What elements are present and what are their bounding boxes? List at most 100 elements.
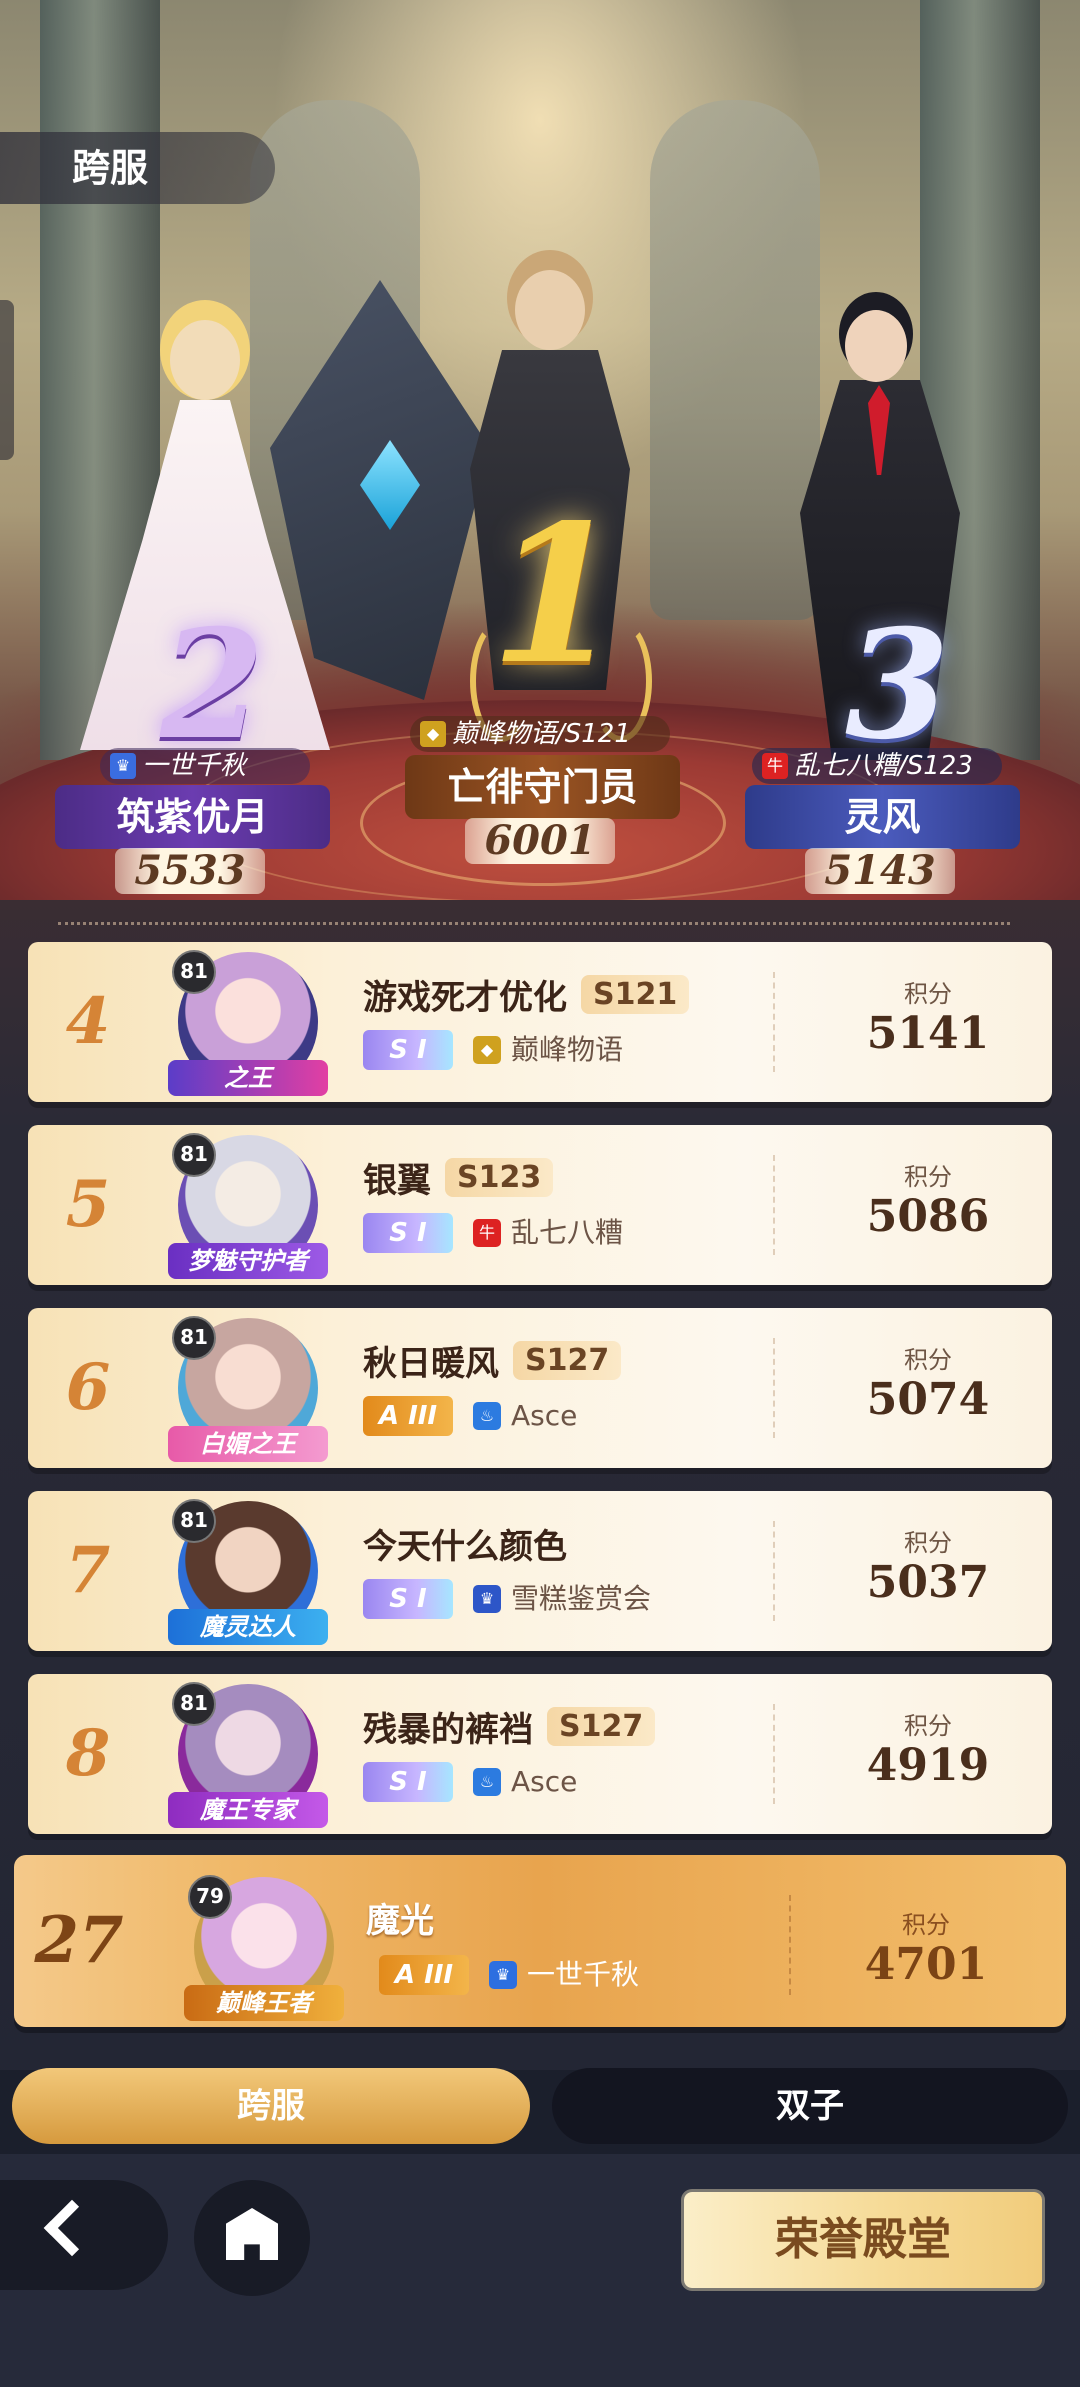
podium-2-score: 5533 xyxy=(115,848,265,894)
level-badge: 81 xyxy=(172,950,216,994)
podium-1-player-name[interactable]: 亡徘守门员 xyxy=(405,755,680,819)
podium-rank-3-number: 3 xyxy=(845,597,950,773)
avatar[interactable]: 81 魔灵达人 xyxy=(168,1499,328,1645)
ranking-row[interactable]: 5 81 梦魅守护者 银翼 S123 S I 牛 乱七八糟 积分 5086 xyxy=(28,1125,1052,1285)
character-head xyxy=(515,270,585,350)
row-rank: 4 xyxy=(65,984,111,1059)
level-badge: 81 xyxy=(172,1499,216,1543)
character-head xyxy=(170,320,240,400)
mode-label: 跨服 xyxy=(0,132,275,204)
level-badge: 81 xyxy=(172,1316,216,1360)
divider xyxy=(58,922,1010,925)
guild-line: ♛ 一世千秋 xyxy=(489,1955,639,1995)
ranking-row[interactable]: 6 81 白媚之王 秋日暖风 S127 A III ♨ Asce 积分 5074 xyxy=(28,1308,1052,1468)
tab-gemini[interactable]: 双子 xyxy=(552,2068,1068,2144)
side-drawer-handle[interactable] xyxy=(0,300,14,460)
score-value: 5037 xyxy=(866,1557,990,1608)
ranking-row[interactable]: 7 81 魔灵达人 今天什么颜色 S I ♛ 雪糕鉴赏会 积分 5037 xyxy=(28,1491,1052,1651)
home-button[interactable] xyxy=(194,2180,310,2296)
avatar[interactable]: 81 梦魅守护者 xyxy=(168,1133,328,1279)
guild-name: 一世千秋 xyxy=(527,1958,640,1991)
player-name: 秋日暖风 xyxy=(363,1344,499,1384)
score-label: 积分 xyxy=(902,1911,950,1939)
my-ranking-row[interactable]: 27 79 巅峰王者 魔光 A III ♛ 一世千秋 积分 4701 xyxy=(14,1855,1066,2027)
guild-name: Asce xyxy=(511,1765,578,1798)
home-icon xyxy=(226,2208,278,2260)
separator xyxy=(773,1521,775,1621)
server-badge: S123 xyxy=(445,1158,554,1197)
podium-2-guild-name: 一世千秋 xyxy=(142,751,247,781)
title-badge: 梦魅守护者 xyxy=(168,1243,328,1279)
podium-1-guild: ◆ 巅峰物语/S121 xyxy=(410,716,670,752)
podium-3-player-name[interactable]: 灵风 xyxy=(745,785,1020,849)
back-arrow-icon xyxy=(43,2199,101,2257)
player-name-line: 今天什么颜色 xyxy=(363,1519,567,1568)
server-badge: S127 xyxy=(513,1341,622,1380)
guild-name: 雪糕鉴赏会 xyxy=(511,1582,652,1615)
ranking-row[interactable]: 8 81 魔王专家 残暴的裤裆 S127 S I ♨ Asce 积分 4919 xyxy=(28,1674,1052,1834)
ranking-row[interactable]: 4 81 之王 游戏死才优化 S121 S I ◆ 巅峰物语 积分 5141 xyxy=(28,942,1052,1102)
score-value: 4919 xyxy=(866,1740,990,1791)
title-badge: 之王 xyxy=(168,1060,328,1096)
score-value: 4701 xyxy=(864,1939,988,1990)
server-badge: S127 xyxy=(547,1707,656,1746)
guild-line: ♛ 雪糕鉴赏会 xyxy=(473,1579,651,1619)
flame-icon: ♨ xyxy=(473,1402,501,1430)
row-rank: 6 xyxy=(65,1350,111,1425)
player-name: 残暴的裤裆 xyxy=(363,1710,533,1750)
avatar[interactable]: 81 之王 xyxy=(168,950,328,1096)
tab-bar: 跨服 双子 xyxy=(0,2064,1080,2154)
tier-badge: S I xyxy=(363,1579,453,1619)
separator xyxy=(773,972,775,1072)
back-button[interactable] xyxy=(0,2180,168,2290)
crown-icon: ♛ xyxy=(473,1585,501,1613)
level-badge: 81 xyxy=(172,1682,216,1726)
separator xyxy=(773,1338,775,1438)
tab-cross-server[interactable]: 跨服 xyxy=(12,2068,530,2144)
crown-icon: ♛ xyxy=(489,1961,517,1989)
player-name-line: 银翼 S123 xyxy=(363,1153,554,1202)
separator xyxy=(789,1895,791,1995)
my-player-name: 魔光 xyxy=(366,1901,434,1941)
level-badge: 79 xyxy=(188,1875,232,1919)
score-value: 5141 xyxy=(866,1008,990,1059)
player-name-line: 残暴的裤裆 S127 xyxy=(363,1702,656,1751)
cow-icon: 牛 xyxy=(473,1219,501,1247)
title-badge: 魔王专家 xyxy=(168,1792,328,1828)
score-value: 5086 xyxy=(866,1191,990,1242)
player-name-line: 魔光 xyxy=(366,1893,434,1942)
score-label: 积分 xyxy=(904,1163,952,1191)
row-rank: 8 xyxy=(65,1716,111,1791)
score-value: 5074 xyxy=(866,1374,990,1425)
player-name-line: 游戏死才优化 S121 xyxy=(363,970,690,1019)
tier-badge: A III xyxy=(363,1396,453,1436)
separator xyxy=(773,1155,775,1255)
my-avatar[interactable]: 79 巅峰王者 xyxy=(184,1875,344,2021)
tier-badge: A III xyxy=(379,1955,469,1995)
my-rank: 27 xyxy=(34,1903,124,1978)
title-badge: 白媚之王 xyxy=(168,1426,328,1462)
podium-rank-2-number: 2 xyxy=(160,597,265,773)
row-rank: 7 xyxy=(65,1533,111,1608)
podium-3-guild-name: 乱七八糟/S123 xyxy=(794,751,973,781)
score-label: 积分 xyxy=(904,1346,952,1374)
podium-2-player-name[interactable]: 筑紫优月 xyxy=(55,785,330,849)
character-head xyxy=(845,310,907,382)
player-name-line: 秋日暖风 S127 xyxy=(363,1336,622,1385)
avatar[interactable]: 81 白媚之王 xyxy=(168,1316,328,1462)
crown-icon: ♛ xyxy=(110,753,136,779)
guild-name: Asce xyxy=(511,1399,578,1432)
tier-badge: S I xyxy=(363,1213,453,1253)
level-badge: 81 xyxy=(172,1133,216,1177)
podium-1-score: 6001 xyxy=(465,818,615,864)
podium-scene: 1 2 3 跨服 ♛ 一世千秋 筑紫优月 5533 ◆ 巅峰物语/S121 亡徘… xyxy=(0,0,1080,930)
tier-badge: S I xyxy=(363,1762,453,1802)
tier-badge: S I xyxy=(363,1030,453,1070)
avatar[interactable]: 81 魔王专家 xyxy=(168,1682,328,1828)
score-label: 积分 xyxy=(904,1712,952,1740)
hall-of-honor-button[interactable]: 荣誉殿堂 xyxy=(684,2192,1042,2288)
diamond-icon: ◆ xyxy=(473,1036,501,1064)
flame-icon: ♨ xyxy=(473,1768,501,1796)
guild-name: 巅峰物语 xyxy=(511,1033,624,1066)
guild-line: ♨ Asce xyxy=(473,1396,577,1436)
